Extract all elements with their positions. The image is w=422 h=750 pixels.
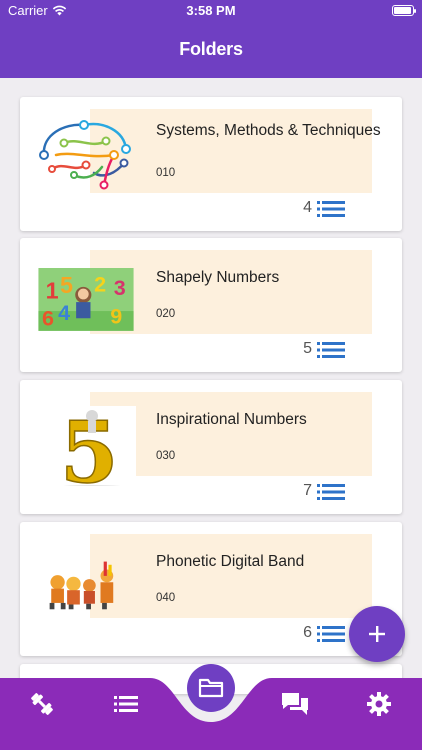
battery-icon xyxy=(392,5,416,16)
list-icon[interactable] xyxy=(317,201,345,217)
add-folder-button[interactable] xyxy=(349,606,405,662)
svg-text:9: 9 xyxy=(110,305,122,329)
svg-text:3: 3 xyxy=(114,276,126,300)
item-count: 6 xyxy=(303,624,312,641)
list-icon[interactable] xyxy=(317,484,345,500)
tab-list[interactable] xyxy=(108,686,144,722)
tab-workouts[interactable] xyxy=(24,686,60,722)
folder-card[interactable]: Systems, Methods & Techniques 010 4 xyxy=(20,97,402,231)
svg-text:2: 2 xyxy=(94,272,106,296)
svg-text:6: 6 xyxy=(42,306,54,330)
item-count: 5 xyxy=(303,340,312,357)
folder-name: Systems, Methods & Techniques xyxy=(156,122,381,139)
brain-network-image xyxy=(39,120,131,190)
folder-code: 010 xyxy=(156,167,176,179)
svg-text:4: 4 xyxy=(58,301,70,325)
item-count: 7 xyxy=(303,482,312,499)
dumbbell-icon xyxy=(31,693,53,715)
folder-name: Shapely Numbers xyxy=(156,269,280,286)
status-bar: Carrier 3:58 PM xyxy=(0,0,422,22)
plus-icon xyxy=(369,626,385,642)
golden-five-image: 5 xyxy=(56,402,136,486)
list-icon[interactable] xyxy=(317,626,345,642)
chat-icon xyxy=(282,693,308,715)
list-icon xyxy=(114,696,138,712)
svg-text:1: 1 xyxy=(46,278,59,304)
tab-messages[interactable] xyxy=(277,686,313,722)
item-count: 4 xyxy=(303,199,312,216)
gear-icon xyxy=(367,692,391,716)
list-icon[interactable] xyxy=(317,342,345,358)
svg-text:5: 5 xyxy=(60,272,73,298)
navigation-bar: Folders xyxy=(0,22,422,78)
tab-folders[interactable] xyxy=(187,664,235,712)
folder-name: Inspirational Numbers xyxy=(156,411,307,428)
tab-bar xyxy=(0,664,422,750)
folder-icon xyxy=(198,678,224,698)
folder-code: 040 xyxy=(156,592,176,604)
tab-settings[interactable] xyxy=(361,686,397,722)
folder-name: Phonetic Digital Band xyxy=(156,553,305,570)
status-time: 3:58 PM xyxy=(186,3,236,18)
folder-code: 030 xyxy=(156,450,176,462)
cartoon-band-image xyxy=(49,561,114,610)
page-title: Folders xyxy=(179,39,243,59)
cartoon-numbers-image: 1 5 2 3 6 4 9 xyxy=(38,268,134,331)
folder-card[interactable]: Phonetic Digital Band 040 6 xyxy=(20,522,402,656)
folder-code: 020 xyxy=(156,308,176,320)
folder-card[interactable]: 5 Inspirational Numbers 030 7 xyxy=(20,380,402,514)
folder-card[interactable]: 1 5 2 3 6 4 9 Shapely Numbers 020 5 xyxy=(20,238,402,372)
